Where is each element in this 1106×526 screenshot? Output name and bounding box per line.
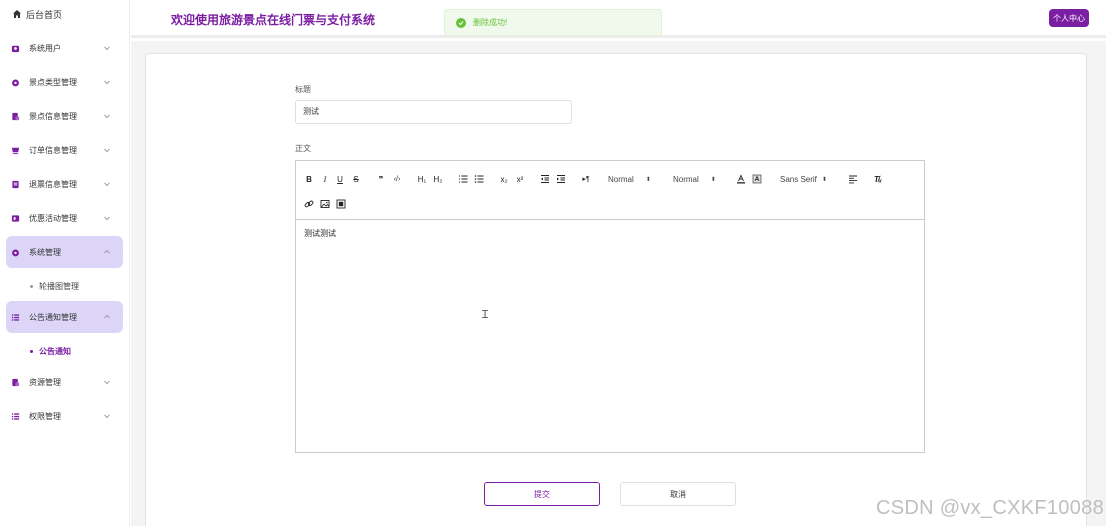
sidebar-item-label: 系统用户 [29,43,61,53]
ordered-list-icon[interactable] [456,172,470,186]
h1-button[interactable]: H₁ [415,172,429,186]
form-card: 标题 测试 正文 B I U S ❞ ‹/› H₁ H₂ x₂ x² ▸¶ No… [145,53,1087,526]
underline-button[interactable]: U [333,172,347,186]
header-select-value: Normal [673,174,699,184]
check-circle-icon [456,17,466,28]
text-cursor-icon: Ɪ [482,309,489,321]
indent-icon[interactable] [554,172,568,186]
success-toast: 删除成功! [444,9,662,36]
cart-icon [10,145,20,155]
bold-button[interactable]: B [302,172,316,186]
sidebar-item-system[interactable]: 系统管理 [6,236,123,268]
sidebar-item-scenic-info[interactable]: 景点信息管理 [6,100,123,132]
font-select[interactable]: Sans Serif ⬍ [780,172,827,186]
toast-message: 删除成功! [473,18,508,27]
chevron-down-icon [104,46,110,51]
editor-content[interactable]: 测试测试 [304,228,336,239]
outdent-icon[interactable] [538,172,552,186]
updown-icon: ⬍ [645,176,651,183]
sidebar-item-refunds[interactable]: 退票信息管理 [6,168,123,200]
updown-icon: ⬍ [710,176,716,183]
subscript-button[interactable]: x₂ [497,172,511,186]
document-icon [10,111,20,121]
watermark: CSDN @vx_CXKF10088 [875,497,1104,519]
blockquote-button[interactable]: ❞ [374,172,388,186]
rich-text-editor: B I U S ❞ ‹/› H₁ H₂ x₂ x² ▸¶ Normal ⬍ No… [295,160,925,453]
main-content: 标题 测试 正文 B I U S ❞ ‹/› H₁ H₂ x₂ x² ▸¶ No… [131,41,1106,526]
italic-button[interactable]: I [318,172,332,186]
report-icon [10,179,20,189]
location-icon [10,77,20,87]
updown-icon: ⬍ [821,176,827,183]
sidebar-item-label: 资源管理 [29,377,61,387]
header-select[interactable]: Normal ⬍ [673,172,716,186]
sidebar-home-label: 后台首页 [26,10,63,20]
sidebar-item-label: 权限管理 [29,411,61,421]
user-icon [10,43,20,53]
title-input[interactable]: 测试 [295,100,572,124]
sidebar-subitem-notice[interactable]: 公告通知 [30,346,71,357]
folder-icon [10,377,20,387]
video-icon[interactable] [334,197,348,211]
submit-button[interactable]: 提交 [484,482,600,506]
size-select[interactable]: Normal ⬍ [608,172,651,186]
sidebar-subitem-label: 公告通知 [39,347,71,356]
page-title: 欢迎使用旅游景点在线门票与支付系统 [171,13,376,27]
title-label: 标题 [295,85,311,94]
sidebar-item-label: 公告通知管理 [29,312,77,322]
list-icon [10,312,20,322]
sidebar-item-label: 优惠活动管理 [29,213,77,223]
chevron-up-icon [104,249,110,254]
image-icon[interactable] [318,197,332,211]
sidebar-item-label: 退票信息管理 [29,179,77,189]
top-header: 欢迎使用旅游景点在线门票与支付系统 删除成功! 个人中心 [131,0,1106,38]
chevron-down-icon [104,380,110,385]
link-icon[interactable] [302,197,316,211]
chevron-down-icon [104,414,110,419]
sidebar-item-label: 景点信息管理 [29,111,77,121]
chevron-down-icon [104,114,110,119]
sidebar-item-notices[interactable]: 公告通知管理 [6,301,123,333]
clear-format-button[interactable]: T̸ₓ [871,172,885,186]
text-color-icon[interactable] [734,172,748,186]
sidebar-item-promotions[interactable]: 优惠活动管理 [6,202,123,234]
align-icon[interactable] [846,172,860,186]
chevron-down-icon [104,80,110,85]
list-icon [10,411,20,421]
bullet-dot [30,350,33,353]
sidebar-item-system-users[interactable]: 系统用户 [6,32,123,64]
chevron-up-icon [104,314,110,319]
sidebar-item-label: 系统管理 [29,247,61,257]
sidebar-home[interactable]: 后台首页 [12,8,62,21]
sidebar-item-label: 订单信息管理 [29,145,77,155]
chevron-down-icon [104,182,110,187]
body-label: 正文 [295,144,311,153]
direction-button[interactable]: ▸¶ [579,172,593,186]
sidebar-item-permissions[interactable]: 权限管理 [6,400,123,432]
sidebar-item-resources[interactable]: 资源管理 [6,366,123,398]
background-color-icon[interactable] [750,172,764,186]
font-select-value: Sans Serif [780,174,817,184]
size-select-value: Normal [608,174,634,184]
h2-button[interactable]: H₂ [431,172,445,186]
bullet-list-icon[interactable] [472,172,486,186]
chevron-down-icon [104,216,110,221]
sidebar-item-orders[interactable]: 订单信息管理 [6,134,123,166]
sidebar-item-scenic-types[interactable]: 景点类型管理 [6,66,123,98]
home-icon [12,9,22,21]
superscript-button[interactable]: x² [513,172,527,186]
user-center-button[interactable]: 个人中心 [1049,9,1089,27]
cancel-button[interactable]: 取消 [620,482,736,506]
sidebar-item-label: 景点类型管理 [29,77,77,87]
sidebar: 后台首页 系统用户 景点类型管理 景点信息管理 订单信息管理 退票信息管理 优惠… [0,0,130,526]
sidebar-subitem-label: 轮播图管理 [39,282,79,291]
strike-button[interactable]: S [349,172,363,186]
settings-icon [10,247,20,257]
chevron-down-icon [104,148,110,153]
coupon-icon [10,213,20,223]
editor-toolbar: B I U S ❞ ‹/› H₁ H₂ x₂ x² ▸¶ Normal ⬍ No… [296,161,924,220]
bullet-dot [30,285,33,288]
code-button[interactable]: ‹/› [390,172,404,186]
sidebar-subitem-carousel[interactable]: 轮播图管理 [30,281,79,292]
